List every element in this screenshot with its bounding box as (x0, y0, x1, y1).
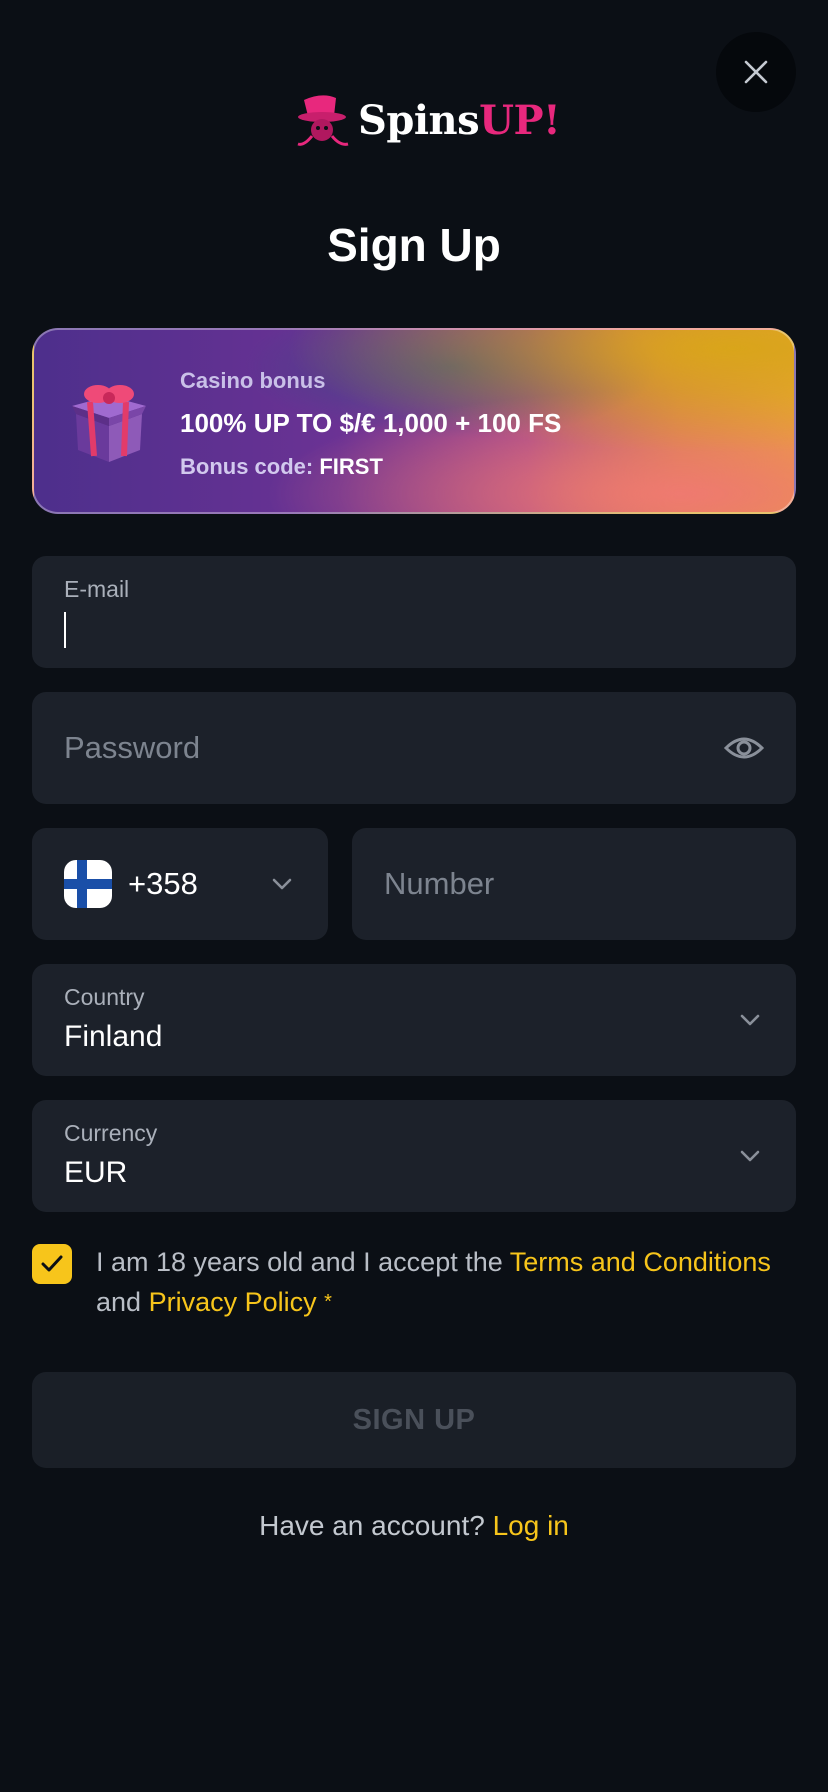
country-select[interactable]: Country Finland (32, 964, 796, 1076)
checkmark-icon (41, 1255, 63, 1272)
email-label: E-mail (64, 576, 130, 602)
login-prompt-text: Have an account? (259, 1510, 485, 1541)
terms-link[interactable]: Terms and Conditions (510, 1247, 771, 1277)
password-placeholder: Password (64, 730, 201, 765)
password-field[interactable]: Password (32, 692, 796, 804)
chevron-down-icon (272, 878, 292, 890)
country-value: Finland (64, 1020, 163, 1053)
phone-number-placeholder: Number (384, 866, 495, 901)
email-field[interactable]: E-mail (32, 556, 796, 668)
required-mark: * (324, 1291, 332, 1313)
logo-text-white: Spins (358, 96, 480, 144)
chevron-down-icon (740, 1150, 760, 1162)
phone-number-field[interactable]: Number (352, 828, 796, 940)
login-prompt: Have an account? Log in (0, 1510, 828, 1542)
gift-icon (72, 385, 146, 462)
eye-icon[interactable] (724, 728, 764, 768)
consent-text-and: and (96, 1287, 142, 1317)
consent-text: I am 18 years old and I accept the Terms… (96, 1242, 806, 1322)
consent-text-before: I am 18 years old and I accept the (96, 1247, 503, 1277)
sign-up-button[interactable]: SIGN UP (32, 1372, 796, 1468)
terms-checkbox[interactable] (32, 1244, 72, 1284)
top-hat-mascot-icon (297, 95, 349, 146)
logo-text-pink: UP! (479, 96, 561, 144)
bonus-label: Casino bonus (180, 368, 326, 393)
currency-label: Currency (64, 1120, 158, 1146)
finland-flag-icon (64, 860, 112, 908)
privacy-link[interactable]: Privacy Policy (149, 1287, 317, 1317)
close-button[interactable] (716, 32, 796, 112)
phone-code-select[interactable]: +358 (32, 828, 328, 940)
logo-text: SpinsUP! (358, 96, 561, 144)
bonus-code-label: Bonus code: (180, 454, 314, 479)
close-icon (744, 60, 768, 84)
currency-value: EUR (64, 1156, 128, 1189)
phone-code-value: +358 (128, 866, 198, 901)
log-in-link[interactable]: Log in (493, 1510, 569, 1541)
bonus-amount: 100% UP TO $/€ 1,000 + 100 FS (180, 408, 562, 438)
currency-select[interactable]: Currency EUR (32, 1100, 796, 1212)
page-title: Sign Up (327, 219, 501, 271)
bonus-banner[interactable]: Casino bonus 100% UP TO $/€ 1,000 + 100 … (32, 328, 796, 514)
text-cursor (64, 612, 66, 648)
logo: SpinsUP! (294, 90, 561, 150)
country-label: Country (64, 984, 145, 1010)
bonus-code: Bonus code: FIRST (180, 454, 383, 480)
chevron-down-icon (740, 1014, 760, 1026)
bonus-code-value: FIRST (319, 454, 383, 479)
signup-page: SpinsUP! Sign Up Casino bonus 100% UP TO… (0, 0, 828, 1792)
